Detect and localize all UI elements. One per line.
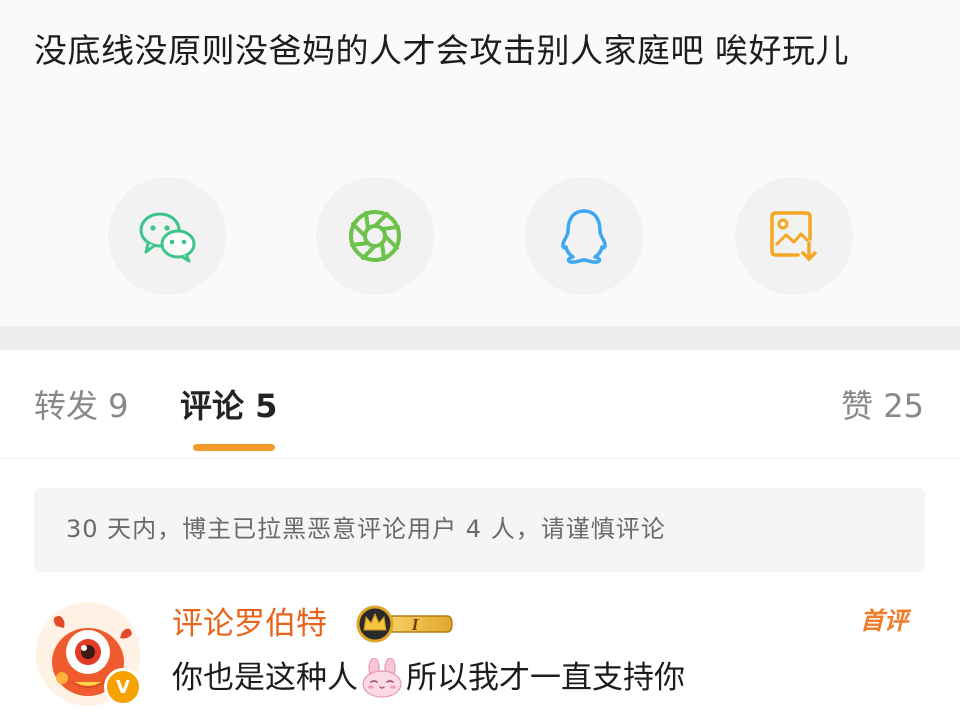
tab-bar: 转发 9 评论 5 赞 25 — [0, 350, 960, 459]
comment-notice: 30 天内，博主已拉黑恶意评论用户 4 人，请谨慎评论 — [34, 488, 925, 572]
post-text: 没底线没原则没爸妈的人才会攻击别人家庭吧 唉好玩儿 — [34, 31, 849, 70]
notice-text: 30 天内，博主已拉黑恶意评论用户 4 人，请谨慎评论 — [66, 515, 666, 543]
save-image-icon — [770, 211, 817, 261]
comment-text-part2: 所以我才一直支持你 — [406, 660, 685, 696]
first-comment-tag: 首评 — [860, 607, 908, 635]
share-qq-button[interactable] — [525, 177, 643, 295]
wechat-icon — [139, 212, 196, 263]
bunny-emoji-icon — [362, 658, 402, 698]
comment-item: V 评论罗伯特 I 首评 你也是这种人 所以我才一直支持你 — [0, 590, 960, 717]
comment-username[interactable]: 评论罗伯特 — [172, 604, 327, 644]
post-card: 没底线没原则没爸妈的人才会攻击别人家庭吧 唉好玩儿 — [0, 0, 960, 326]
crown-icon: I — [356, 605, 453, 643]
comment-text-part1: 你也是这种人 — [172, 660, 358, 696]
tab-repost[interactable]: 转发 9 — [34, 386, 129, 426]
share-wechat-button[interactable] — [108, 177, 226, 295]
share-row — [0, 175, 960, 295]
active-tab-indicator — [193, 444, 275, 451]
tab-likes[interactable]: 赞 25 — [841, 386, 924, 426]
verified-badge: V — [104, 668, 142, 706]
comment-body: 你也是这种人 所以我才一直支持你 — [172, 656, 685, 700]
save-image-button[interactable] — [735, 177, 853, 295]
share-moments-button[interactable] — [316, 177, 434, 295]
qq-icon — [561, 209, 607, 264]
section-divider — [0, 326, 960, 350]
vip-badge: I — [355, 604, 453, 644]
moments-icon — [349, 210, 401, 262]
tab-comments[interactable]: 评论 5 — [180, 386, 277, 426]
